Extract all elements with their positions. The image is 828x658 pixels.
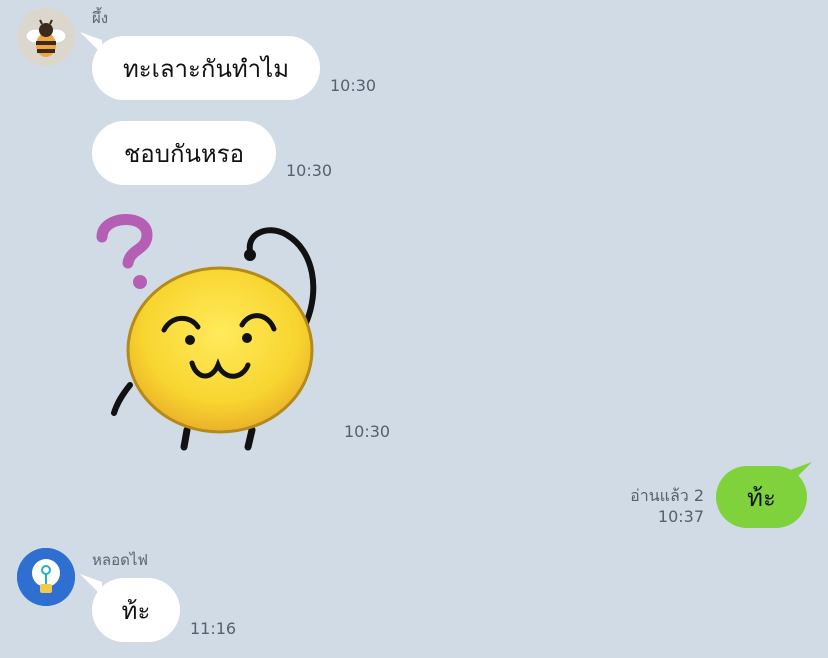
message-bubble[interactable]: ชอบกันหรอ [92,121,276,185]
message-text: ท้ะ [747,483,776,512]
message-text: ท้ะ [121,596,151,625]
message-bubble[interactable]: ท้ะ [92,578,180,642]
bee-avatar-icon [17,8,75,66]
message-text: ชอบกันหรอ [124,139,244,168]
avatar-lightbulb[interactable] [17,548,75,606]
message-text: ทะเลาะกันทำไม [122,54,290,83]
message-time: 11:16 [190,619,237,638]
message-time: 10:30 [344,422,391,441]
message-bubble[interactable]: ท้ะ [716,466,807,528]
lightbulb-avatar-icon [17,548,75,606]
sender-name: ผึ้ง [92,9,109,27]
sender-name: หลอดไฟ [92,551,148,569]
sticker-message[interactable] [92,205,332,455]
confused-blob-sticker-icon [96,214,317,451]
message-time: 10:30 [286,161,333,180]
avatar-bee[interactable] [17,8,75,66]
read-status: อ่านแล้ว 2 10:37 [630,485,704,527]
message-bubble[interactable]: ทะเลาะกันทำไม [92,36,320,100]
message-time: 10:30 [330,76,377,95]
read-receipt: อ่านแล้ว 2 [630,486,704,505]
message-time: 10:37 [657,507,704,526]
